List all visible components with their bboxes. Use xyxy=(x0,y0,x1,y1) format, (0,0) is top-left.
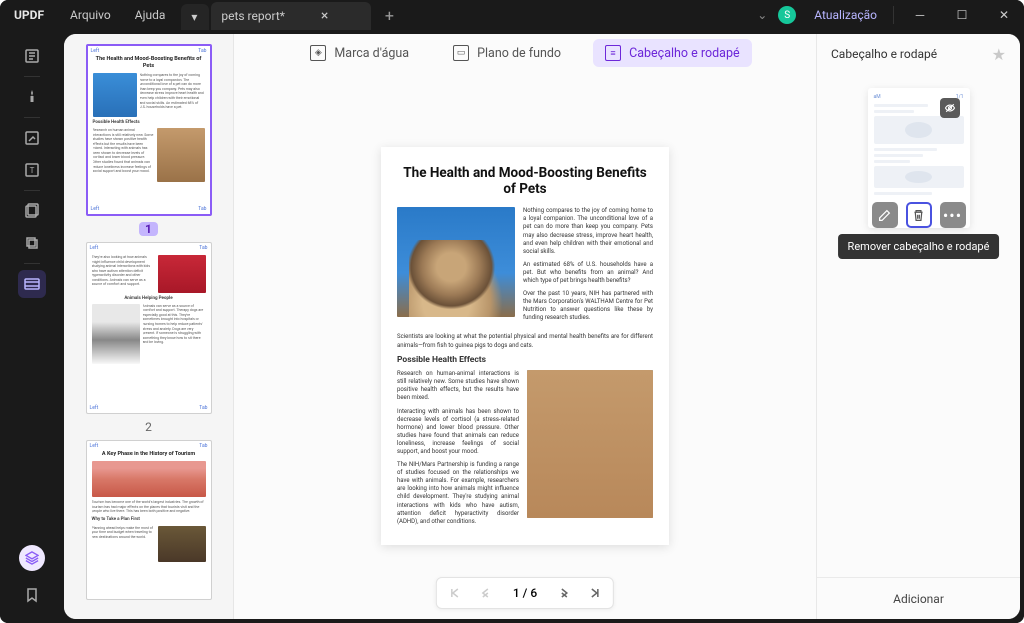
tooltip: Remover cabeçalho e rodapé xyxy=(838,234,1000,259)
nav-last[interactable] xyxy=(585,583,605,603)
watermark-icon: ◈ xyxy=(310,45,326,61)
chevron-down-icon: ▾ xyxy=(191,10,197,24)
page-tools-menu: ◈Marca d'água ▭Plano de fundo ≡Cabeçalho… xyxy=(234,34,816,72)
image-cat xyxy=(397,207,515,317)
document-viewport: ◈Marca d'água ▭Plano de fundo ≡Cabeçalho… xyxy=(234,34,816,619)
tool-crop[interactable] xyxy=(18,229,46,257)
thumbnail-page-3[interactable]: LeftTab A Key Phase in the History of To… xyxy=(86,440,212,600)
delete-button[interactable] xyxy=(906,202,932,228)
tool-reader[interactable] xyxy=(18,42,46,70)
thumbnail-page-2[interactable]: LeftTab LeftTab They're also looking at … xyxy=(86,242,212,414)
visibility-toggle-icon[interactable] xyxy=(940,98,960,118)
thumbnail-pane: LeftTab LeftTab The Health and Mood-Boos… xyxy=(64,34,234,619)
star-icon[interactable]: ★ xyxy=(992,45,1006,64)
page-content: The Health and Mood-Boosting Benefits of… xyxy=(381,147,669,545)
titlebar: UPDF Arquivo Ajuda ▾ pets report* × + ⌄ … xyxy=(0,0,1024,30)
watermark-button[interactable]: ◈Marca d'água xyxy=(298,39,421,67)
tool-ocr[interactable]: T xyxy=(18,156,46,184)
tab-empty[interactable]: ▾ xyxy=(181,4,209,30)
layers-icon[interactable] xyxy=(19,545,45,571)
tool-organize[interactable] xyxy=(18,197,46,225)
nav-first[interactable] xyxy=(445,583,465,603)
new-tab-button[interactable]: + xyxy=(377,3,401,27)
background-icon: ▭ xyxy=(453,45,469,61)
tab-title: pets report* xyxy=(221,9,285,23)
header-footer-button[interactable]: ≡Cabeçalho e rodapé xyxy=(593,39,752,67)
preview-actions: ••• xyxy=(872,202,966,228)
add-button[interactable]: Adicionar xyxy=(893,592,944,606)
chevron-down-icon[interactable]: ⌄ xyxy=(748,8,776,22)
window-minimize[interactable]: ─ xyxy=(900,0,940,30)
window-close[interactable]: ✕ xyxy=(984,0,1024,30)
edit-button[interactable] xyxy=(872,202,898,228)
app-logo: UPDF xyxy=(0,8,58,22)
tool-edit[interactable] xyxy=(18,124,46,152)
header-footer-icon: ≡ xyxy=(605,45,621,61)
tab-bar: ▾ pets report* × xyxy=(181,0,371,30)
nav-next[interactable] xyxy=(555,583,575,603)
svg-text:T: T xyxy=(30,166,35,175)
left-tool-rail: T xyxy=(4,34,60,619)
tool-comment[interactable] xyxy=(18,83,46,111)
panel-title: Cabeçalho e rodapé xyxy=(831,47,937,61)
update-button[interactable]: Atualização xyxy=(804,8,887,22)
nav-prev[interactable] xyxy=(475,583,495,603)
menu-help[interactable]: Ajuda xyxy=(123,8,178,22)
close-icon[interactable]: × xyxy=(321,8,328,24)
page-counter: 1 / 6 xyxy=(505,586,545,600)
page-navigation: 1 / 6 xyxy=(436,577,614,609)
menu-file[interactable]: Arquivo xyxy=(58,8,123,22)
thumbnail-page-1[interactable]: LeftTab LeftTab The Health and Mood-Boos… xyxy=(86,44,212,216)
image-dog-cat xyxy=(527,370,653,518)
tab-document[interactable]: pets report* × xyxy=(211,2,371,30)
tool-page-tools[interactable] xyxy=(18,270,46,298)
right-panel: Cabeçalho e rodapé ★ aM1/1 xyxy=(816,34,1020,619)
thumbnail-number-1: 1 xyxy=(139,222,158,236)
thumbnail-number-2: 2 xyxy=(145,420,152,434)
avatar[interactable]: S xyxy=(778,6,796,24)
more-button[interactable]: ••• xyxy=(940,202,966,228)
window-maximize[interactable]: ☐ xyxy=(942,0,982,30)
bookmark-icon[interactable] xyxy=(18,581,46,609)
background-button[interactable]: ▭Plano de fundo xyxy=(441,39,573,67)
